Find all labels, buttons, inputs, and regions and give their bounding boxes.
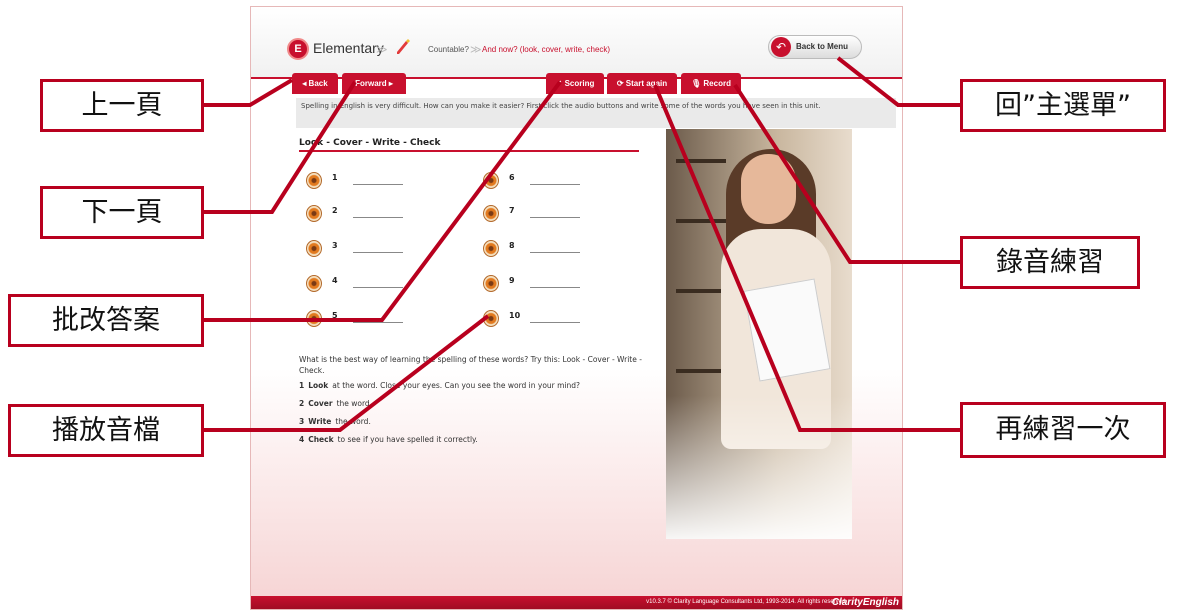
level-label: Elementary — [313, 40, 384, 56]
step-text: at the word. Close your eyes. Can you se… — [332, 381, 581, 390]
callout-scoring: 批改答案 — [8, 294, 204, 347]
list-item: 2 — [306, 205, 416, 225]
step-number: 4 — [299, 435, 305, 444]
list-item: 8 — [483, 240, 593, 260]
item-number: 3 — [332, 241, 338, 250]
intro-text: Spelling in English is very difficult. H… — [296, 98, 896, 128]
footer: v10.3.7 © Clarity Language Consultants L… — [251, 596, 902, 609]
list-item: 5 — [306, 310, 416, 330]
audio-speaker-icon[interactable] — [306, 275, 322, 292]
answer-blank[interactable] — [530, 217, 580, 218]
callout-menu: 回”主選單” — [960, 79, 1166, 132]
list-item: 4 — [306, 275, 416, 295]
forward-button[interactable]: Forward ▸ — [342, 73, 406, 94]
callout-back: 上一頁 — [40, 79, 204, 132]
breadcrumb-separator: ≫ — [376, 44, 387, 56]
step-text: to see if you have spelled it correctly. — [337, 435, 478, 444]
step-text: the word. — [335, 417, 371, 426]
step-keyword: Write — [308, 417, 332, 426]
level-badge: E — [287, 38, 309, 60]
callout-forward: 下一頁 — [40, 186, 204, 239]
audio-speaker-icon[interactable] — [483, 275, 499, 292]
item-number: 1 — [332, 173, 338, 182]
audio-speaker-icon[interactable] — [306, 172, 322, 189]
breadcrumb-unit[interactable]: Countable? — [428, 45, 469, 54]
answer-blank[interactable] — [353, 252, 403, 253]
step-number: 1 — [299, 381, 305, 390]
student-photo — [666, 129, 852, 539]
audio-speaker-icon[interactable] — [483, 205, 499, 222]
header: E Elementary ≫ Countable? ≫ And now? (lo… — [251, 7, 902, 79]
answer-blank[interactable] — [530, 252, 580, 253]
audio-speaker-icon[interactable] — [483, 240, 499, 257]
step-item: 4 Check to see if you have spelled it corr… — [299, 435, 478, 444]
photo-fade — [666, 129, 852, 539]
answer-blank[interactable] — [353, 217, 403, 218]
item-number: 6 — [509, 173, 515, 182]
answer-blank[interactable] — [353, 184, 403, 185]
audio-speaker-icon[interactable] — [306, 240, 322, 257]
scoring-button[interactable]: ✓ Scoring — [546, 73, 604, 94]
list-item: 3 — [306, 240, 416, 260]
item-number: 5 — [332, 311, 338, 320]
pencil-icon — [397, 39, 410, 54]
start-again-button[interactable]: ⟳ Start again — [607, 73, 677, 94]
list-item: 1 — [306, 172, 416, 192]
step-keyword: Check — [308, 435, 334, 444]
footer-brand-logo: ClarityEnglish — [831, 597, 899, 608]
audio-speaker-icon[interactable] — [306, 205, 322, 222]
step-keyword: Cover — [308, 399, 333, 408]
callout-start-again: 再練習一次 — [960, 402, 1166, 458]
step-item: 2 Cover the word. — [299, 399, 372, 408]
step-item: 3 Write the word. — [299, 417, 371, 426]
answer-blank[interactable] — [530, 287, 580, 288]
back-to-menu-button[interactable]: ↶ Back to Menu — [768, 35, 862, 59]
step-number: 2 — [299, 399, 305, 408]
answer-blank[interactable] — [353, 287, 403, 288]
answer-blank[interactable] — [530, 322, 580, 323]
step-item: 1 Look at the word. Close your eyes. Can y… — [299, 381, 580, 390]
back-button[interactable]: ◂ Back — [292, 73, 338, 94]
footer-copyright: v10.3.7 © Clarity Language Consultants L… — [646, 599, 847, 605]
list-item: 6 — [483, 172, 593, 192]
breadcrumb-separator: ≫ — [470, 44, 481, 56]
item-number: 9 — [509, 276, 515, 285]
item-number: 8 — [509, 241, 515, 250]
audio-speaker-icon[interactable] — [306, 310, 322, 327]
answer-blank[interactable] — [530, 184, 580, 185]
list-item: 10 — [483, 310, 593, 330]
toolbar: ◂ Back Forward ▸ ✓ Scoring ⟳ Start again… — [251, 73, 902, 95]
answer-blank[interactable] — [353, 322, 403, 323]
breadcrumb-exercise: And now? (look, cover, write, check) — [482, 45, 611, 54]
instructions-text: What is the best way of learning the spe… — [299, 355, 642, 375]
app-window: E Elementary ≫ Countable? ≫ And now? (lo… — [250, 6, 903, 610]
list-item: 9 — [483, 275, 593, 295]
step-text: the word. — [336, 399, 373, 408]
audio-speaker-icon[interactable] — [483, 310, 499, 327]
back-arrow-icon: ↶ — [771, 37, 791, 57]
record-button[interactable]: 🎙 Record — [681, 73, 741, 94]
callout-record: 錄音練習 — [960, 236, 1140, 289]
item-number: 4 — [332, 276, 338, 285]
section-title: Look - Cover - Write - Check — [299, 138, 639, 152]
back-to-menu-label: Back to Menu — [796, 42, 849, 51]
step-number: 3 — [299, 417, 305, 426]
step-keyword: Look — [308, 381, 329, 390]
audio-speaker-icon[interactable] — [483, 172, 499, 189]
item-number: 2 — [332, 206, 338, 215]
list-item: 7 — [483, 205, 593, 225]
item-number: 10 — [509, 311, 521, 320]
callout-audio: 播放音檔 — [8, 404, 204, 457]
item-number: 7 — [509, 206, 515, 215]
